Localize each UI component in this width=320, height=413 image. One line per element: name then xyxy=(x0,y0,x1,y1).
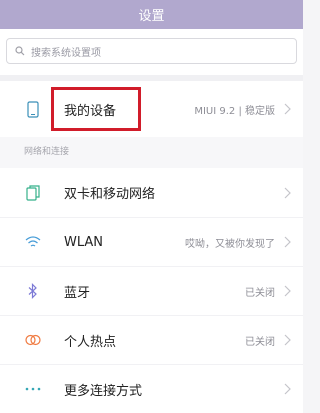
list-item-label: 双卡和移动网络 xyxy=(64,187,156,202)
list-item-label: 蓝牙 xyxy=(64,285,91,301)
list-item-status: 哎呦，又被你发现了 xyxy=(185,238,275,250)
phone-icon xyxy=(24,100,42,118)
chevron-right-icon xyxy=(284,285,291,297)
bluetooth-icon xyxy=(24,282,42,300)
list-item-label: 个人热点 xyxy=(64,334,117,350)
highlight-box xyxy=(51,87,141,131)
list-item-bluetooth[interactable]: 蓝牙 已关闭 xyxy=(0,266,303,315)
search-input[interactable]: 搜索系统设置项 xyxy=(6,38,297,64)
chevron-right-icon xyxy=(284,334,291,346)
list-item-label: WLAN xyxy=(64,234,104,250)
search-icon xyxy=(15,46,25,56)
list-item-label: 更多连接方式 xyxy=(64,383,143,399)
chevron-right-icon xyxy=(284,187,291,198)
network-list: 双卡和移动网络 WLAN 哎呦，又被你发现了 蓝牙 已关闭 个人热点 已关闭 更… xyxy=(0,168,303,413)
list-item-dual-sim[interactable]: 双卡和移动网络 xyxy=(0,168,303,217)
list-item-wlan[interactable]: WLAN 哎呦，又被你发现了 xyxy=(0,217,303,266)
chevron-right-icon xyxy=(284,236,291,248)
my-device-item[interactable]: 我的设备 MIUI 9.2 | 稳定版 xyxy=(0,81,303,137)
list-item-hotspot[interactable]: 个人热点 已关闭 xyxy=(0,315,303,364)
list-item-status: 已关闭 xyxy=(245,287,275,299)
page-title: 设置 xyxy=(138,9,165,24)
search-area: 搜索系统设置项 xyxy=(0,29,303,75)
chevron-right-icon xyxy=(284,103,291,115)
search-placeholder: 搜索系统设置项 xyxy=(31,47,101,59)
list-item-status: 已关闭 xyxy=(245,336,275,348)
wifi-icon xyxy=(24,233,42,251)
title-bar: 设置 xyxy=(0,0,303,29)
sim-card-icon xyxy=(24,184,42,202)
settings-screen: 设置 搜索系统设置项 我的设备 MIUI 9.2 | 稳定版 网络和连接 双卡和… xyxy=(0,0,303,413)
section-header-network: 网络和连接 xyxy=(0,137,303,168)
chevron-right-icon xyxy=(284,383,291,395)
miui-version: MIUI 9.2 | 稳定版 xyxy=(194,105,275,117)
hotspot-icon xyxy=(24,331,42,349)
more-dots-icon xyxy=(24,380,42,398)
